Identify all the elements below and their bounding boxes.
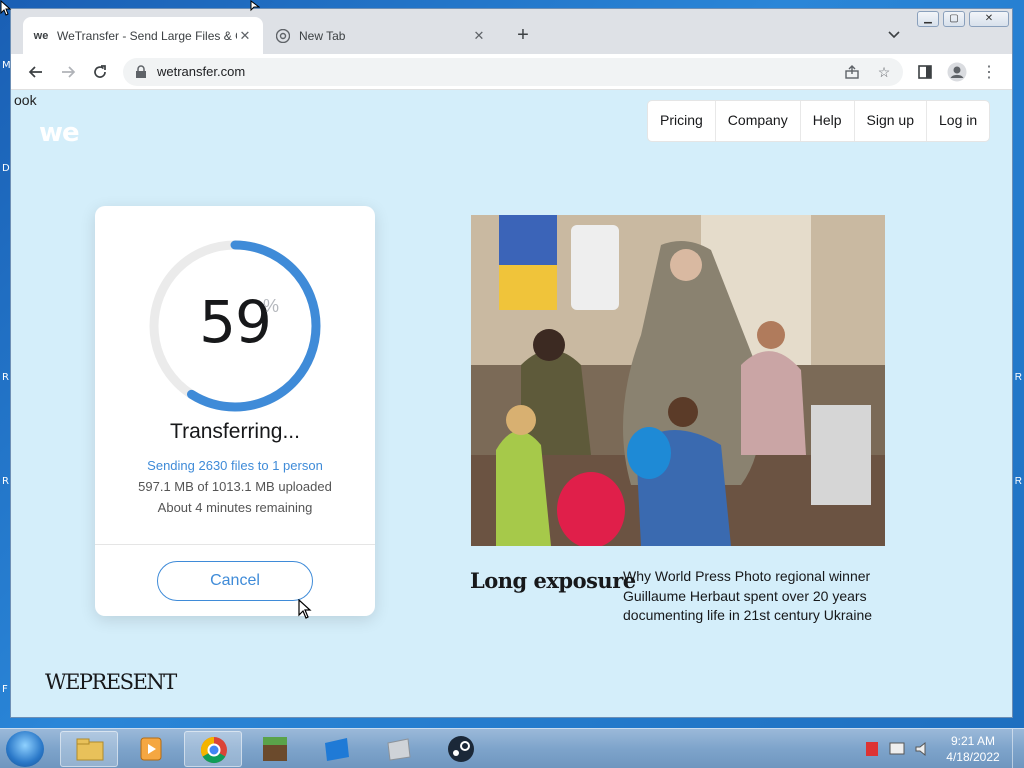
new-tab-icon[interactable]: + <box>511 23 535 47</box>
nav-log-in[interactable]: Log in <box>927 101 989 141</box>
time-remaining: About 4 minutes remaining <box>157 500 313 515</box>
transfer-status: Transferring... <box>170 420 300 443</box>
tab-title: New Tab <box>299 28 346 43</box>
transfer-card: 59 % Transferring... Sending 2630 files … <box>95 206 375 616</box>
desktop-icon-label: F <box>2 684 8 695</box>
taskbar-steam[interactable] <box>432 731 490 767</box>
minimize-button[interactable]: ▁ <box>917 11 939 27</box>
folder-icon <box>75 736 105 764</box>
percent-sign: % <box>263 296 280 316</box>
feature-description[interactable]: Why World Press Photo regional winner Gu… <box>623 567 913 626</box>
grey-app-icon <box>384 735 414 763</box>
tab-new-tab[interactable]: New Tab ✕ <box>265 17 497 54</box>
chrome-icon <box>199 736 229 764</box>
url-text: wetransfer.com <box>157 64 246 79</box>
flag-icon <box>866 742 878 756</box>
wetransfer-logo[interactable]: we <box>39 118 80 148</box>
system-tray <box>862 739 942 759</box>
media-player-icon <box>136 735 166 763</box>
taskbar-grey-app[interactable] <box>370 731 428 767</box>
taskbar-media-player[interactable] <box>122 731 180 767</box>
steam-icon <box>446 735 476 763</box>
mouse-cursor-icon <box>250 0 260 12</box>
desktop-icon-label: D <box>2 163 10 174</box>
sending-summary[interactable]: Sending 2630 files to 1 person <box>95 458 375 473</box>
tab-wetransfer[interactable]: we WeTransfer - Send Large Files & G ✕ <box>23 17 263 54</box>
nav-pricing[interactable]: Pricing <box>648 101 716 141</box>
mouse-cursor-icon <box>298 599 312 619</box>
profile-icon[interactable] <box>947 62 967 82</box>
chrome-icon <box>275 28 291 44</box>
nav-help[interactable]: Help <box>801 101 855 141</box>
nav-company[interactable]: Company <box>716 101 801 141</box>
side-panel-icon[interactable] <box>915 62 935 82</box>
desktop-icon-label: R <box>1014 372 1022 383</box>
uploaded-amount: 597.1 MB of 1013.1 MB uploaded <box>138 479 332 494</box>
wepresent-logo[interactable]: WEPRESENT <box>45 670 177 694</box>
desktop-icon-label: R <box>2 372 9 383</box>
network-icon <box>889 742 905 755</box>
start-button[interactable] <box>6 731 44 767</box>
browser-window: we WeTransfer - Send Large Files & G ✕ N… <box>10 8 1013 718</box>
tab-strip: we WeTransfer - Send Large Files & G ✕ N… <box>11 9 1012 54</box>
tab-title: WeTransfer - Send Large Files & G <box>57 28 237 43</box>
address-bar[interactable]: wetransfer.com ☆ <box>123 58 903 86</box>
feature-photo[interactable] <box>471 215 885 546</box>
tab-close-icon[interactable]: ✕ <box>471 28 487 44</box>
show-desktop-button[interactable] <box>1012 729 1024 768</box>
taskbar-explorer[interactable] <box>60 731 118 767</box>
star-icon[interactable]: ☆ <box>875 63 893 81</box>
forward-icon[interactable] <box>58 62 78 82</box>
taskbar-chrome[interactable] <box>184 731 242 767</box>
wetransfer-favicon-icon: we <box>33 29 49 42</box>
lock-icon <box>135 65 147 79</box>
clock-time: 9:21 AM <box>950 734 996 748</box>
overflow-text: ook <box>14 92 37 108</box>
close-window-button[interactable]: ✕ <box>969 11 1009 27</box>
back-icon[interactable] <box>26 62 46 82</box>
taskbar: 9:21 AM 4/18/2022 <box>0 728 1024 768</box>
cancel-button[interactable]: Cancel <box>157 561 313 601</box>
volume-icon <box>915 741 926 757</box>
divider <box>95 544 375 545</box>
system-clock[interactable]: 9:21 AM 4/18/2022 <box>940 733 1006 765</box>
top-nav: Pricing Company Help Sign up Log in <box>648 101 990 141</box>
tab-close-icon[interactable]: ✕ <box>237 28 253 44</box>
desktop-icon-label: R <box>2 476 9 487</box>
blue-app-icon <box>322 735 352 763</box>
nav-sign-up[interactable]: Sign up <box>855 101 927 141</box>
mouse-cursor-icon <box>0 0 12 16</box>
desktop-icon-label: R <box>1014 476 1022 487</box>
chevron-down-icon[interactable] <box>885 25 903 43</box>
progress-percent: 59 <box>199 288 272 356</box>
browser-toolbar: wetransfer.com ☆ ⋮ <box>11 54 1012 90</box>
feature-title[interactable]: Long exposure <box>470 568 636 593</box>
maximize-button[interactable]: ▢ <box>943 11 965 27</box>
kebab-menu-icon[interactable]: ⋮ <box>979 62 999 82</box>
page-content: ook we Pricing Company Help Sign up Log … <box>11 90 1012 717</box>
taskbar-minecraft[interactable] <box>246 731 304 767</box>
share-icon[interactable] <box>843 63 861 81</box>
clock-date: 4/18/2022 <box>946 750 1000 764</box>
reload-icon[interactable] <box>90 62 110 82</box>
minecraft-icon <box>260 735 290 763</box>
taskbar-blue-app[interactable] <box>308 731 366 767</box>
